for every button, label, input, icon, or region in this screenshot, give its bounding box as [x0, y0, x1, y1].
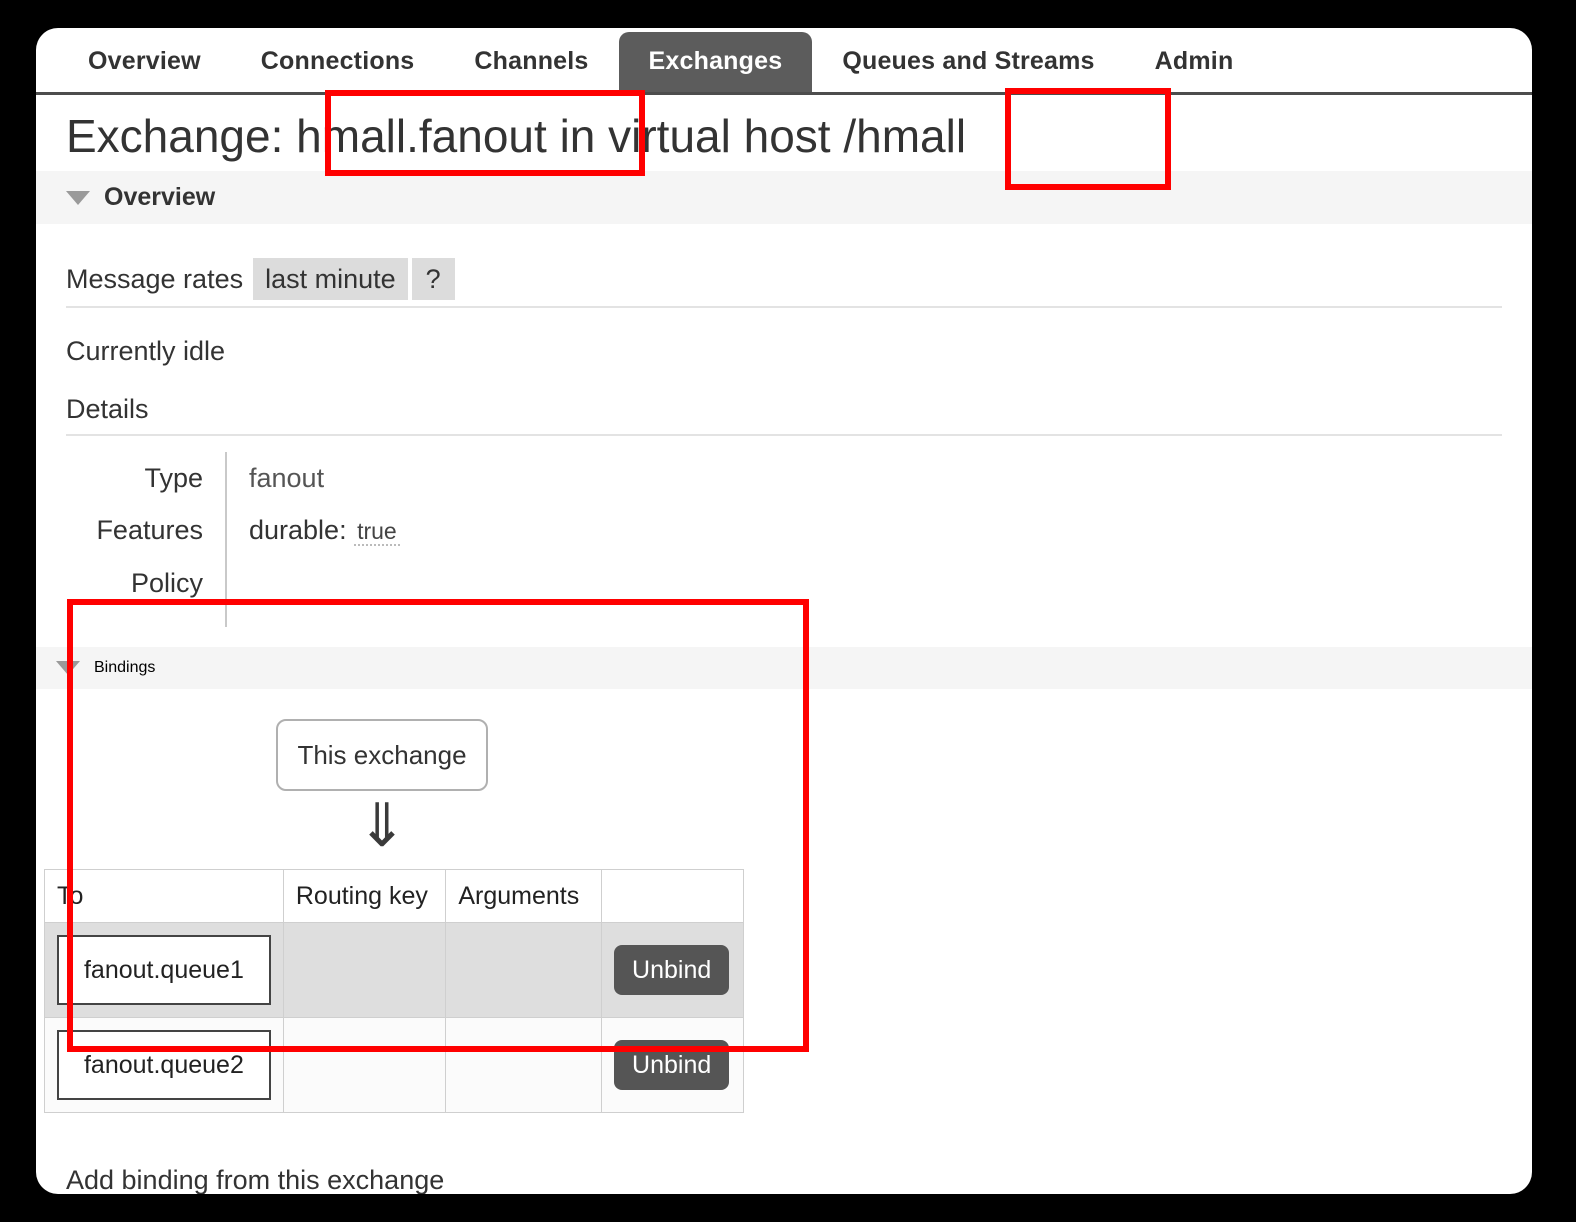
details-label-features: Features: [66, 504, 227, 557]
details-row-policy: Policy: [66, 557, 400, 627]
bindings-table-header-row: To Routing key Arguments: [44, 869, 744, 923]
binding-routing-key-cell: [282, 1017, 447, 1113]
help-icon[interactable]: ?: [411, 258, 455, 300]
queue-link-fanout-queue2[interactable]: fanout.queue2: [57, 1030, 271, 1100]
page-title: Exchange: hmall.fanout in virtual host /…: [36, 95, 1532, 171]
chevron-down-icon: [66, 190, 90, 205]
tab-connections[interactable]: Connections: [231, 32, 445, 92]
binding-to-cell: fanout.queue1: [44, 922, 284, 1018]
rate-period-selector[interactable]: last minute: [253, 258, 408, 300]
queue-link-fanout-queue1[interactable]: fanout.queue1: [57, 935, 271, 1005]
rabbitmq-management-page: Overview Connections Channels Exchanges …: [36, 28, 1532, 1194]
page-title-prefix: Exchange:: [66, 110, 284, 162]
message-rates-row: Message rates last minute ?: [66, 258, 1502, 308]
feature-key-durable: durable:: [249, 515, 347, 545]
add-binding-label: Add binding from this exchange: [66, 1163, 1502, 1194]
details-row-features: Features durable: true: [66, 504, 400, 557]
main-nav-tabs: Overview Connections Channels Exchanges …: [36, 28, 1532, 95]
down-arrow-icon: ⇓: [356, 791, 408, 861]
details-label-type: Type: [66, 452, 227, 504]
bindings-table: To Routing key Arguments fanout.queue1 U…: [44, 869, 744, 1113]
table-row: fanout.queue2 Unbind: [44, 1017, 744, 1113]
bindings-body: This exchange ⇓ To Routing key Arguments…: [36, 689, 1532, 1131]
binding-arguments-cell: [445, 1017, 603, 1113]
chevron-down-icon: [56, 661, 80, 675]
unbind-button[interactable]: Unbind: [614, 945, 730, 995]
bindings-section-header[interactable]: Bindings: [36, 647, 1532, 689]
tab-admin[interactable]: Admin: [1125, 32, 1264, 92]
tab-channels[interactable]: Channels: [444, 32, 618, 92]
bindings-section-label: Bindings: [94, 659, 156, 676]
details-label: Details: [66, 392, 1502, 436]
details-value-policy: [226, 557, 400, 627]
overview-section-header[interactable]: Overview: [36, 171, 1532, 224]
details-table: Type fanout Features durable: true Polic…: [66, 452, 1502, 627]
tab-exchanges[interactable]: Exchanges: [618, 32, 813, 92]
bindings-section: Bindings This exchange ⇓ To Routing key …: [36, 647, 1532, 1131]
feature-value-durable: true: [354, 518, 400, 546]
binding-arguments-cell: [445, 922, 603, 1018]
table-row: fanout.queue1 Unbind: [44, 922, 744, 1018]
tab-queues-and-streams[interactable]: Queues and Streams: [812, 32, 1124, 92]
rates-status-text: Currently idle: [66, 336, 226, 366]
binding-to-cell: fanout.queue2: [44, 1017, 284, 1113]
page-title-middle: in virtual host: [559, 110, 831, 162]
overview-section-label: Overview: [104, 183, 216, 211]
unbind-button[interactable]: Unbind: [614, 1040, 730, 1090]
column-header-to: To: [44, 869, 284, 923]
column-header-actions: [601, 869, 744, 923]
tab-overview[interactable]: Overview: [58, 32, 231, 92]
message-rates-label: Message rates: [66, 264, 244, 294]
column-header-arguments: Arguments: [445, 869, 603, 923]
vhost-name: /hmall: [843, 110, 967, 162]
details-value-type: fanout: [249, 463, 325, 493]
exchange-name: hmall.fanout: [296, 110, 547, 162]
binding-action-cell: Unbind: [601, 1017, 744, 1113]
binding-action-cell: Unbind: [601, 922, 744, 1018]
details-row-type: Type fanout: [66, 452, 400, 504]
details-label-policy: Policy: [66, 557, 227, 627]
details-value-features: durable: true: [226, 504, 400, 557]
column-header-routing-key: Routing key: [282, 869, 447, 923]
this-exchange-node: This exchange: [276, 719, 488, 791]
binding-routing-key-cell: [282, 922, 447, 1018]
